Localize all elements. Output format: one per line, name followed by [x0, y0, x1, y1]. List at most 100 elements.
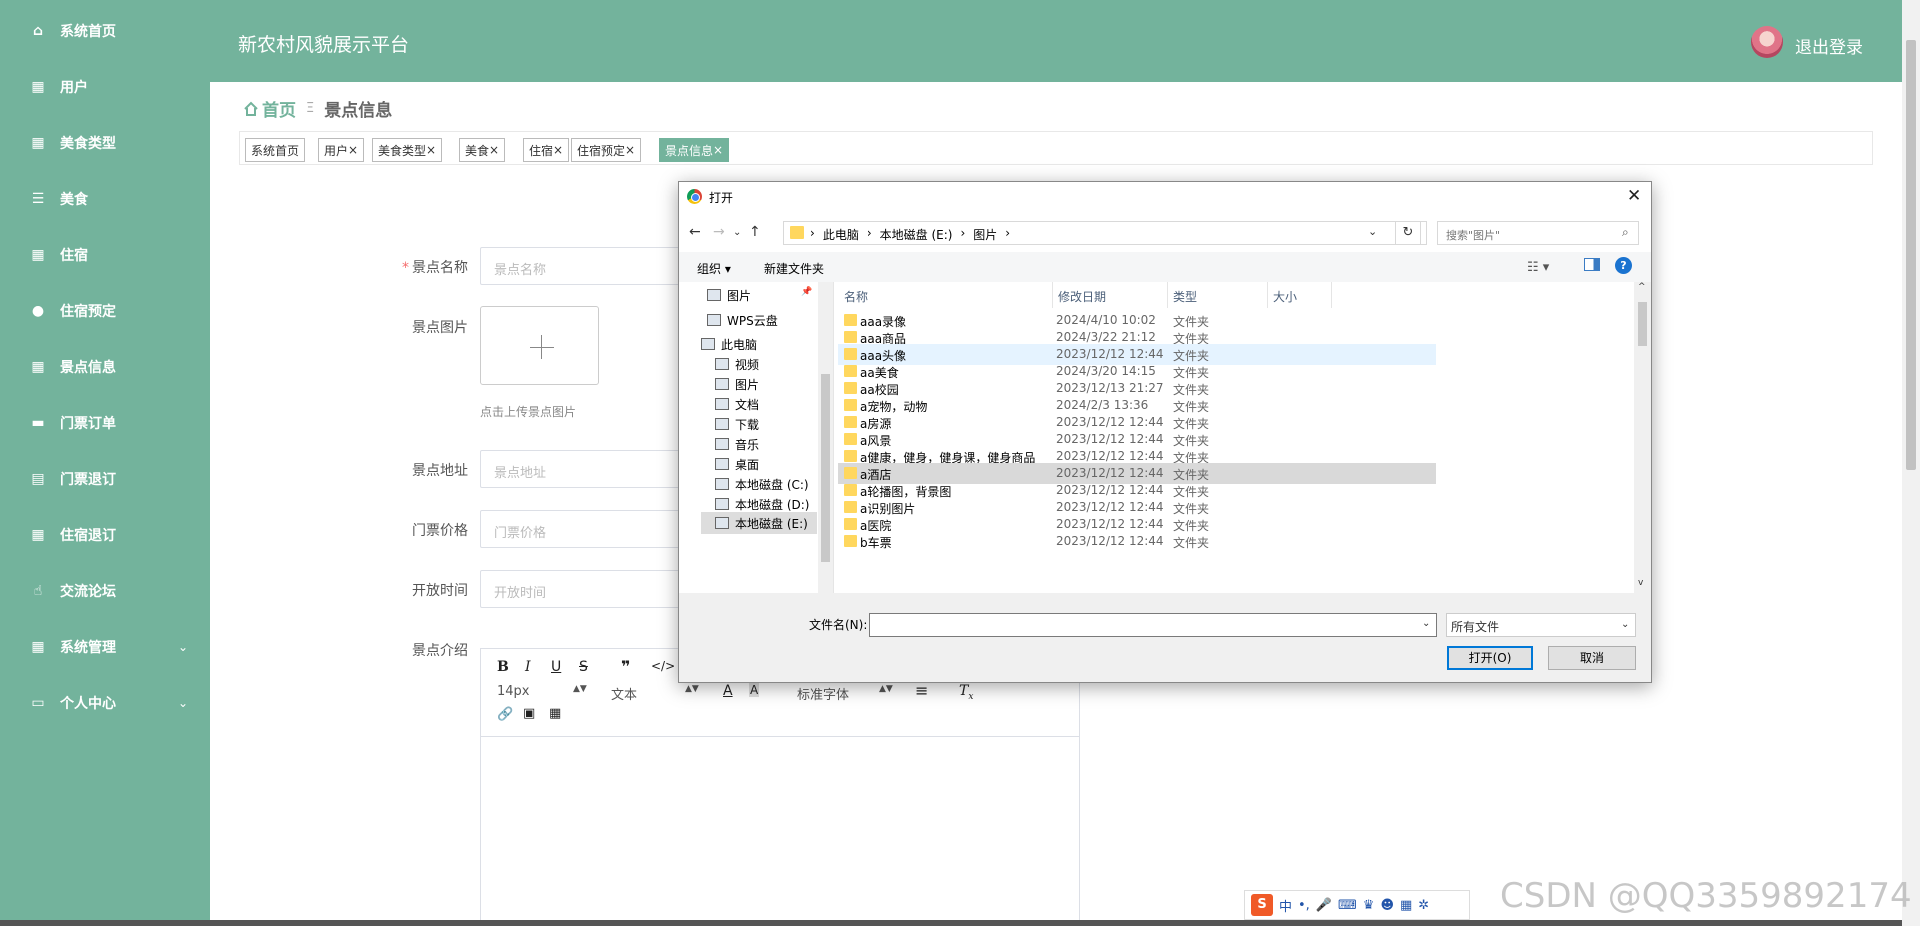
dialog-search-input[interactable]: 搜索"图片" ⌕: [1437, 221, 1639, 245]
scroll-up-icon[interactable]: ^: [1638, 282, 1646, 292]
sidebar-item-6[interactable]: ● 住宿预定: [0, 283, 210, 339]
video-icon[interactable]: ▦: [549, 706, 561, 721]
price-input[interactable]: 门票价格: [480, 510, 680, 548]
address-crumb[interactable]: 本地磁盘 (E:): [880, 226, 953, 243]
sidebar-item-10[interactable]: ▦ 住宿退订: [0, 507, 210, 563]
back-icon[interactable]: ←: [689, 224, 701, 240]
new-folder-button[interactable]: 新建文件夹: [764, 260, 824, 277]
background-color-icon[interactable]: A: [749, 683, 760, 697]
nav-tree-item[interactable]: 此电脑: [701, 333, 757, 355]
column-size[interactable]: 大小: [1273, 288, 1297, 305]
nav-tree-item[interactable]: 图片: [715, 373, 759, 395]
link-icon[interactable]: 🔗: [497, 707, 513, 722]
breadcrumb-home[interactable]: 首页: [243, 96, 296, 121]
close-icon[interactable]: ×: [553, 143, 563, 157]
assistant-icon[interactable]: ☻: [1380, 898, 1394, 913]
close-icon[interactable]: ✕: [1627, 186, 1641, 206]
nav-tree-item[interactable]: 下载: [715, 413, 759, 435]
tag-7[interactable]: 景点信息 ×: [659, 138, 730, 162]
forward-icon[interactable]: →: [713, 224, 725, 240]
time-input[interactable]: 开放时间: [480, 570, 680, 608]
ime-language[interactable]: 中: [1279, 896, 1292, 915]
tag-4[interactable]: 美食 ×: [459, 138, 506, 162]
view-options-icon[interactable]: ☷ ▾: [1527, 260, 1549, 275]
tag-3[interactable]: 美食类型 ×: [372, 138, 443, 162]
sidebar-item-5[interactable]: ▦ 住宿: [0, 227, 210, 283]
font-color-icon[interactable]: A: [723, 683, 733, 699]
close-icon[interactable]: ×: [713, 143, 723, 157]
close-icon[interactable]: ×: [489, 143, 499, 157]
nav-scrollbar[interactable]: [818, 282, 833, 593]
filename-input[interactable]: ⌄: [869, 613, 1437, 637]
ime-toolbar[interactable]: S 中 •, 🎤 ⌨ ♛ ☻ ▦ ✲: [1244, 890, 1470, 920]
font-family-select[interactable]: 标准字体: [797, 684, 849, 703]
help-icon[interactable]: ?: [1615, 257, 1632, 274]
settings-icon[interactable]: ✲: [1418, 898, 1429, 913]
tag-2[interactable]: 用户 ×: [318, 138, 365, 162]
nav-tree-item[interactable]: 本地磁盘 (E:): [701, 512, 817, 534]
nav-tree-item[interactable]: 桌面: [715, 453, 759, 475]
pin-icon[interactable]: 📌: [801, 287, 812, 297]
up-icon[interactable]: ↑: [749, 224, 761, 240]
nav-tree-item[interactable]: 文档: [715, 393, 759, 415]
close-icon[interactable]: ×: [625, 143, 635, 157]
tag-5[interactable]: 住宿 ×: [523, 138, 570, 162]
address-input[interactable]: 景点地址: [480, 450, 680, 488]
toolbox-icon[interactable]: ▦: [1400, 898, 1412, 913]
column-name[interactable]: 名称: [844, 288, 868, 305]
chevron-down-icon[interactable]: ⌄: [178, 640, 188, 654]
align-icon[interactable]: ≡: [915, 681, 928, 700]
nav-tree-item[interactable]: 音乐: [715, 433, 759, 455]
image-icon[interactable]: ▣: [523, 706, 535, 721]
nav-tree-item[interactable]: 本地磁盘 (C:): [715, 473, 809, 495]
punctuation-icon[interactable]: •,: [1298, 898, 1310, 913]
name-input[interactable]: 景点名称: [480, 247, 680, 285]
font-size-select[interactable]: 14px: [497, 684, 530, 699]
sidebar-item-13[interactable]: ▭ 个人中心 ⌄: [0, 675, 210, 731]
address-crumb[interactable]: 图片: [973, 226, 997, 243]
file-row[interactable]: b车票 2023/12/12 12:44 文件夹: [838, 531, 1436, 552]
clear-format-icon[interactable]: Tx: [959, 683, 973, 702]
cancel-button[interactable]: 取消: [1548, 646, 1636, 670]
page-scrollbar-thumb[interactable]: [1906, 40, 1916, 470]
refresh-icon[interactable]: ↻: [1395, 221, 1421, 245]
tag-1[interactable]: 系统首页: [245, 138, 306, 162]
block-type-select[interactable]: 文本: [611, 684, 637, 703]
sidebar-item-7[interactable]: ▦ 景点信息: [0, 339, 210, 395]
organize-button[interactable]: 组织 ▾: [697, 260, 731, 277]
preview-pane-icon[interactable]: [1584, 258, 1600, 271]
file-list-scrollbar[interactable]: ^ v: [1634, 282, 1651, 593]
underline-icon[interactable]: U: [551, 659, 561, 675]
sidebar-item-4[interactable]: ☰ 美食: [0, 171, 210, 227]
avatar[interactable]: [1751, 26, 1783, 58]
column-divider[interactable]: [1052, 282, 1053, 308]
chevron-down-icon[interactable]: ⌄: [178, 696, 188, 710]
file-list-scrollbar-thumb[interactable]: [1638, 302, 1647, 346]
open-button[interactable]: 打开(O): [1447, 646, 1533, 670]
bold-icon[interactable]: B: [497, 659, 509, 675]
sidebar-item-9[interactable]: ▤ 门票退订: [0, 451, 210, 507]
nav-tree-item[interactable]: 图片: [707, 284, 751, 306]
italic-icon[interactable]: I: [525, 659, 531, 675]
strikethrough-icon[interactable]: S: [579, 659, 588, 675]
sidebar-item-8[interactable]: ▬ 门票订单: [0, 395, 210, 451]
microphone-icon[interactable]: 🎤: [1316, 898, 1332, 913]
keyboard-icon[interactable]: ⌨: [1338, 898, 1357, 913]
column-divider[interactable]: [1267, 282, 1268, 308]
quote-icon[interactable]: ❞: [621, 657, 630, 676]
column-divider[interactable]: [1331, 282, 1332, 308]
filename-dropdown-icon[interactable]: ⌄: [1422, 618, 1430, 629]
close-icon[interactable]: ×: [348, 143, 358, 157]
sidebar-item-2[interactable]: ▦ 用户: [0, 59, 210, 115]
column-divider[interactable]: [1167, 282, 1168, 308]
address-dropdown-icon[interactable]: ⌄: [1368, 225, 1377, 238]
tag-6[interactable]: 住宿预定 ×: [571, 138, 642, 162]
sidebar-item-11[interactable]: ☝ 交流论坛: [0, 563, 210, 619]
column-date[interactable]: 修改日期: [1058, 288, 1106, 305]
skin-icon[interactable]: ♛: [1363, 898, 1375, 913]
sidebar-item-3[interactable]: ▦ 美食类型: [0, 115, 210, 171]
page-scrollbar[interactable]: [1902, 0, 1920, 926]
address-crumb[interactable]: 此电脑: [823, 226, 859, 243]
nav-tree-item[interactable]: 视频: [715, 353, 759, 375]
logout-button[interactable]: 退出登录: [1795, 33, 1863, 58]
